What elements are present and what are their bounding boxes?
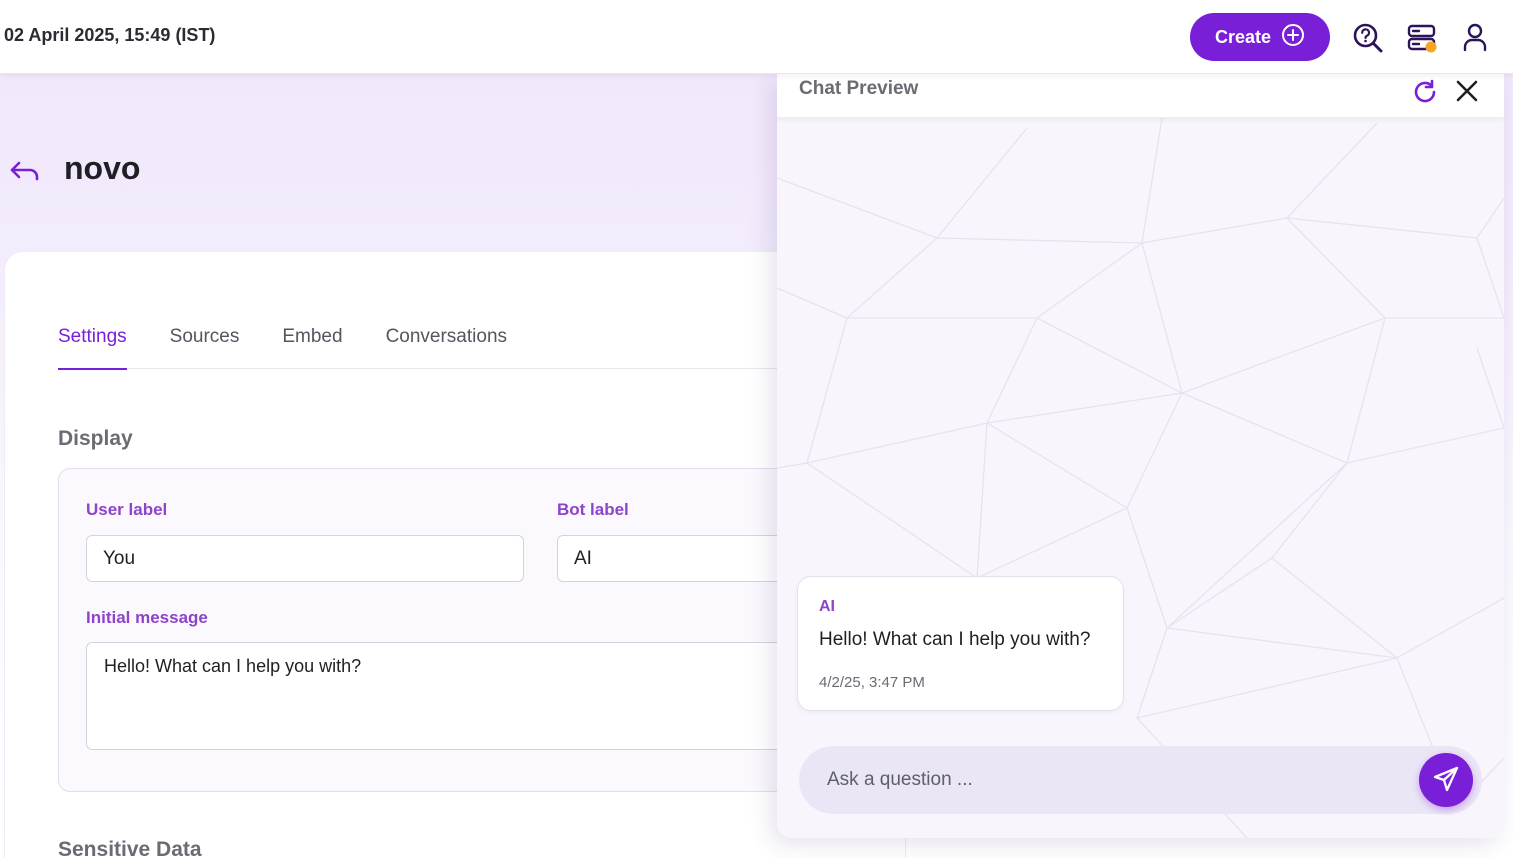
tab-sources[interactable]: Sources [170, 324, 240, 369]
send-icon [1432, 765, 1460, 796]
chat-preview-header: Chat Preview [777, 74, 1504, 118]
chat-preview-title: Chat Preview [799, 78, 919, 99]
create-button[interactable]: Create [1190, 13, 1330, 61]
bot-label-input[interactable] [557, 535, 807, 582]
sensitive-data-section-title: Sensitive Data [58, 838, 202, 858]
initial-message-label: Initial message [86, 608, 208, 627]
tab-settings[interactable]: Settings [58, 324, 127, 370]
initial-message-textarea[interactable]: Hello! What can I help you with? [86, 642, 806, 750]
chat-background-pattern [777, 118, 1504, 838]
create-button-label: Create [1214, 26, 1272, 47]
plus-circle-icon [1281, 23, 1305, 52]
current-datetime: 02 April 2025, 15:49 (IST) [4, 25, 216, 45]
message-text: Hello! What can I help you with? [819, 629, 1091, 650]
message-timestamp: 4/2/25, 3:47 PM [819, 674, 925, 691]
tab-embed[interactable]: Embed [282, 324, 342, 369]
page-title: novo [64, 150, 141, 186]
refresh-icon[interactable] [1411, 78, 1439, 106]
top-bar: 02 April 2025, 15:49 (IST) Create [0, 0, 1513, 74]
tab-conversations[interactable]: Conversations [386, 324, 507, 369]
chat-input-bar [799, 746, 1482, 814]
display-section-title: Display [58, 427, 133, 450]
user-label-label: User label [86, 500, 168, 519]
search-help-icon[interactable] [1352, 22, 1384, 54]
user-icon[interactable] [1459, 22, 1491, 54]
server-status-icon[interactable] [1406, 22, 1438, 54]
close-icon[interactable] [1454, 78, 1480, 104]
back-arrow-icon[interactable] [8, 154, 42, 188]
user-label-input[interactable] [86, 535, 524, 582]
chat-preview-panel: Chat Preview AI Hello! What can I help y… [777, 74, 1504, 838]
send-button[interactable] [1419, 753, 1473, 807]
message-sender: AI [819, 598, 835, 615]
bot-label-label: Bot label [557, 500, 629, 519]
tab-bar: Settings Sources Embed Conversations [58, 324, 818, 370]
chat-question-input[interactable] [827, 764, 1387, 796]
chat-message-bubble: AI Hello! What can I help you with? 4/2/… [797, 576, 1124, 711]
